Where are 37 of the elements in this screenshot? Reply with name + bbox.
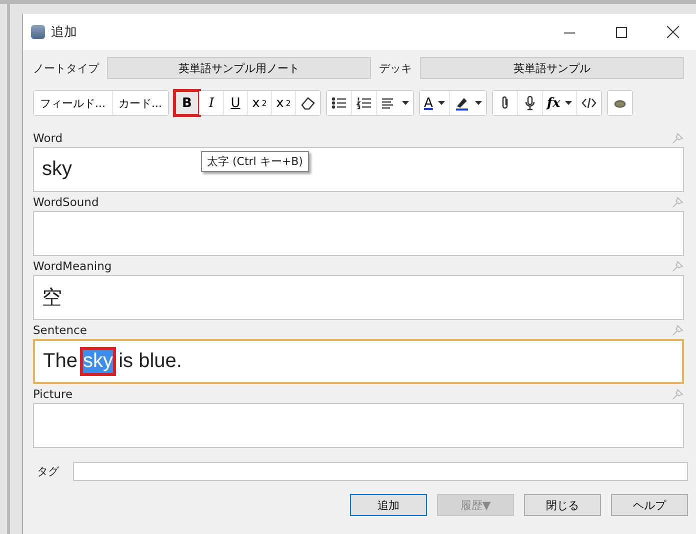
dialog-button[interactable]: 閉じる — [524, 494, 601, 516]
maximize-icon — [616, 26, 626, 38]
eraser-icon — [300, 95, 316, 111]
highlight-button[interactable] — [448, 91, 486, 115]
selector-button[interactable]: 英単語サンプル用ノート — [107, 57, 371, 79]
dialog-button[interactable]: ヘルプ — [611, 494, 688, 516]
tags-input[interactable] — [73, 462, 688, 481]
caret-icon — [565, 101, 572, 105]
field-label: WordMeaning — [33, 258, 112, 272]
toolbar-button[interactable]: カード... — [112, 91, 168, 115]
field-label: Picture — [33, 386, 73, 400]
field-input[interactable]: 空 — [33, 275, 684, 320]
eraser-button[interactable] — [295, 91, 320, 115]
dialog-button[interactable]: 追加 — [350, 494, 427, 516]
close-icon — [667, 26, 679, 38]
html-button[interactable] — [576, 91, 602, 115]
bullets-icon — [331, 95, 347, 111]
align-button[interactable] — [376, 91, 413, 115]
caret-icon — [438, 101, 445, 105]
selector-label: ノートタイプ — [33, 60, 99, 76]
field-label: WordSound — [33, 194, 99, 208]
app-icon — [31, 25, 45, 39]
window-title: 追加 — [51, 24, 78, 41]
selector-label: デッキ — [379, 60, 412, 76]
tags-label: タグ — [37, 464, 59, 479]
tooltip: 太字 (Ctrl キー+B) — [201, 151, 309, 172]
caret-icon — [474, 101, 482, 105]
field-input[interactable] — [33, 211, 684, 256]
field-input[interactable] — [33, 403, 684, 448]
html-icon — [581, 95, 598, 111]
numbers-icon — [356, 95, 372, 111]
bold-button[interactable]: B — [175, 91, 199, 115]
selector-button[interactable]: 英単語サンプル — [420, 57, 684, 79]
field-input[interactable]: The sky is blue. — [33, 339, 684, 384]
field-label: Sentence — [33, 322, 87, 336]
field-label: Word — [33, 130, 63, 144]
caret-icon — [402, 101, 409, 105]
